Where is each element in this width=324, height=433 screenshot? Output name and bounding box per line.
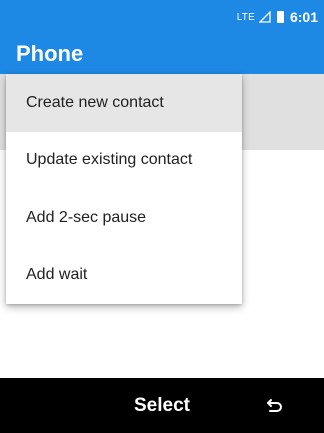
menu-item-add-pause[interactable]: Add 2-sec pause bbox=[6, 189, 242, 247]
status-bar: LTE 6:01 bbox=[0, 0, 324, 34]
battery-icon bbox=[276, 11, 284, 23]
phone-screen: LTE 6:01 Phone Create new contact Update… bbox=[0, 0, 324, 433]
menu-item-update-existing-contact[interactable]: Update existing contact bbox=[6, 132, 242, 190]
network-type: LTE bbox=[236, 11, 255, 23]
menu-item-label: Create new contact bbox=[26, 93, 164, 111]
back-icon[interactable] bbox=[266, 396, 284, 414]
options-menu: Create new contact Update existing conta… bbox=[6, 74, 242, 304]
menu-item-add-wait[interactable]: Add wait bbox=[6, 247, 242, 305]
app-bar: Phone bbox=[0, 34, 324, 74]
menu-item-label: Add 2-sec pause bbox=[26, 208, 147, 226]
status-time: 6:01 bbox=[289, 9, 318, 25]
menu-item-create-new-contact[interactable]: Create new contact bbox=[6, 74, 242, 132]
softkey-bar: Select bbox=[0, 378, 324, 433]
app-title: Phone bbox=[16, 41, 84, 66]
signal-icon bbox=[258, 11, 271, 23]
menu-item-label: Update existing contact bbox=[26, 151, 193, 169]
menu-item-label: Add wait bbox=[26, 266, 88, 284]
